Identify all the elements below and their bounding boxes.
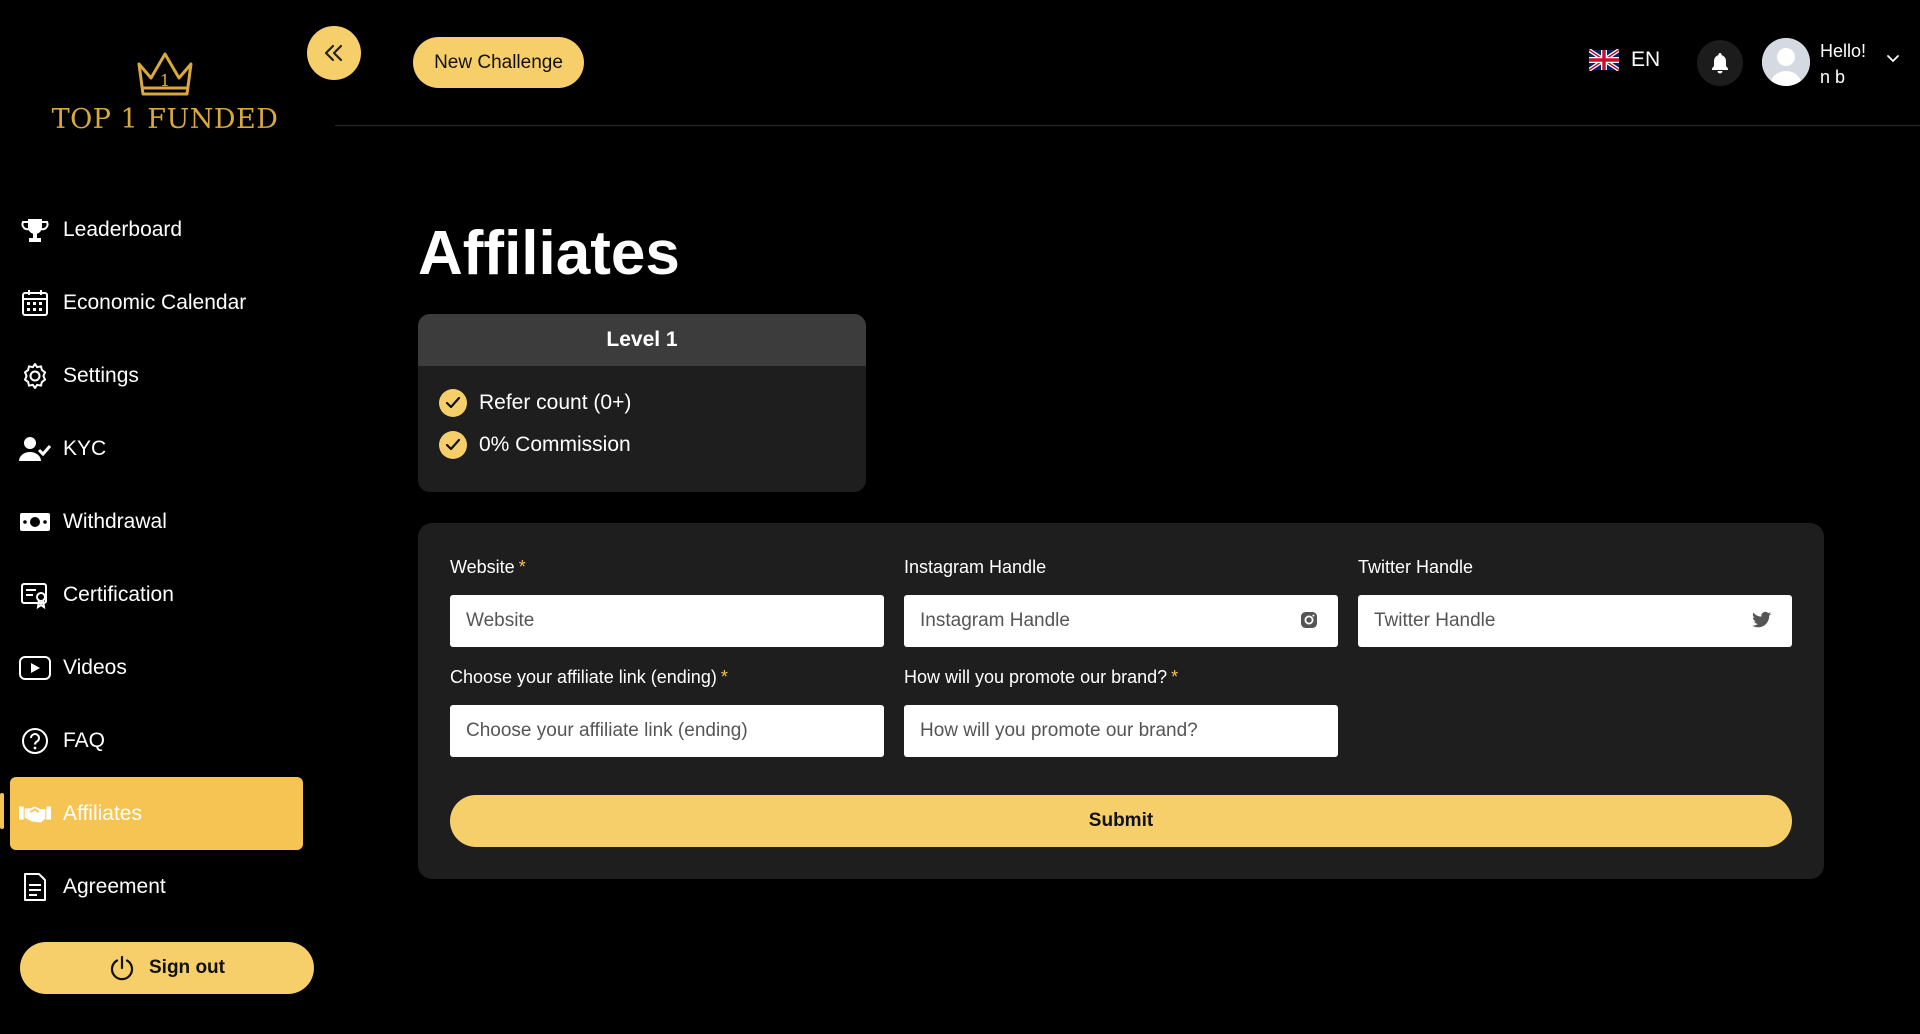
instagram-label: Instagram Handle bbox=[904, 557, 1047, 577]
sidebar-item-label: Agreement bbox=[63, 874, 166, 898]
level-feature-text: 0% Commission bbox=[479, 433, 631, 456]
chevron-down-icon[interactable] bbox=[1886, 54, 1900, 64]
notifications-button[interactable] bbox=[1697, 40, 1743, 86]
brand-logo[interactable]: 1 TOP 1 FUNDED bbox=[50, 48, 280, 148]
uk-flag-icon bbox=[1589, 49, 1619, 71]
document-icon bbox=[19, 871, 51, 903]
sidebar-item-videos[interactable]: Videos bbox=[10, 631, 303, 704]
sidebar-item-label: Leaderboard bbox=[63, 217, 183, 241]
sidebar-item-agreement[interactable]: Agreement bbox=[10, 850, 303, 923]
calendar-icon bbox=[19, 287, 51, 319]
website-field-group: Website * bbox=[450, 557, 884, 647]
trophy-icon bbox=[19, 214, 51, 246]
user-avatar-icon bbox=[1762, 38, 1810, 86]
sidebar-item-label: FAQ bbox=[63, 728, 106, 752]
bell-icon bbox=[1712, 53, 1728, 74]
user-info[interactable]: Hello! n b bbox=[1820, 38, 1866, 90]
sidebar-item-label: Economic Calendar bbox=[63, 290, 247, 314]
sidebar-item-affiliates[interactable]: Affiliates bbox=[10, 777, 303, 850]
user-greeting: Hello! bbox=[1820, 41, 1867, 61]
sidebar-item-settings[interactable]: Settings bbox=[10, 339, 303, 412]
sidebar-item-kyc[interactable]: KYC bbox=[10, 412, 303, 485]
sidebar-item-leaderboard[interactable]: Leaderboard bbox=[10, 193, 303, 266]
sidebar: 1 TOP 1 FUNDED Leaderboard Economic Cale… bbox=[0, 0, 330, 1034]
cash-icon bbox=[19, 506, 51, 538]
check-circle-icon bbox=[439, 389, 467, 417]
certificate-icon bbox=[19, 579, 51, 611]
power-icon bbox=[110, 955, 134, 981]
level-feature-text: Refer count (0+) bbox=[479, 391, 632, 414]
page-title: Affiliates bbox=[418, 219, 680, 288]
twitter-label: Twitter Handle bbox=[1358, 557, 1474, 577]
required-mark: * bbox=[1171, 667, 1179, 687]
affiliate-link-field-group: Choose your affiliate link (ending) * bbox=[450, 667, 884, 757]
user-name: n b bbox=[1820, 67, 1846, 87]
header-divider bbox=[335, 125, 1920, 126]
question-icon bbox=[19, 725, 51, 757]
affiliate-link-input[interactable] bbox=[450, 705, 884, 757]
website-label: Website * bbox=[450, 557, 526, 577]
level-feature: 0% Commission bbox=[418, 424, 866, 466]
instagram-icon bbox=[1301, 612, 1317, 628]
sidebar-nav: Leaderboard Economic Calendar Settings K… bbox=[10, 193, 303, 923]
handshake-icon bbox=[19, 798, 51, 830]
level-title: Level 1 bbox=[418, 314, 866, 366]
required-mark: * bbox=[518, 557, 526, 577]
twitter-icon bbox=[1752, 611, 1772, 628]
sign-out-label: Sign out bbox=[149, 957, 225, 978]
language-code: EN bbox=[1631, 48, 1661, 71]
user-check-icon bbox=[19, 433, 51, 465]
sign-out-button[interactable]: Sign out bbox=[20, 942, 314, 994]
check-circle-icon bbox=[439, 431, 467, 459]
sidebar-item-label: KYC bbox=[63, 436, 107, 460]
instagram-input[interactable] bbox=[904, 595, 1338, 647]
chevrons-left-icon bbox=[324, 44, 343, 62]
logo-text: TOP 1 FUNDED bbox=[51, 104, 279, 135]
video-play-icon bbox=[19, 652, 51, 684]
avatar[interactable] bbox=[1762, 38, 1810, 86]
level-card: Level 1 Refer count (0+) 0% Commission bbox=[418, 314, 866, 492]
crown-icon: 1 bbox=[137, 52, 193, 96]
sidebar-item-label: Videos bbox=[63, 655, 127, 679]
promote-input[interactable] bbox=[904, 705, 1338, 757]
svg-text:1: 1 bbox=[160, 71, 170, 90]
promote-field-group: How will you promote our brand? * bbox=[904, 667, 1338, 757]
gear-icon bbox=[19, 360, 51, 392]
sidebar-item-label: Withdrawal bbox=[63, 509, 167, 533]
sidebar-item-certification[interactable]: Certification bbox=[10, 558, 303, 631]
collapse-sidebar-button[interactable] bbox=[307, 26, 361, 80]
sidebar-item-label: Affiliates bbox=[63, 801, 142, 825]
submit-button[interactable]: Submit bbox=[450, 795, 1792, 847]
twitter-field-group: Twitter Handle bbox=[1358, 557, 1792, 647]
active-item-marker bbox=[0, 793, 4, 829]
new-challenge-button[interactable]: New Challenge bbox=[413, 37, 584, 88]
required-mark: * bbox=[720, 667, 728, 687]
promote-label: How will you promote our brand? * bbox=[904, 667, 1179, 687]
sidebar-item-economic-calendar[interactable]: Economic Calendar bbox=[10, 266, 303, 339]
twitter-input[interactable] bbox=[1358, 595, 1792, 647]
level-feature: Refer count (0+) bbox=[418, 382, 866, 424]
sidebar-item-label: Certification bbox=[63, 582, 174, 606]
website-input[interactable] bbox=[450, 595, 884, 647]
sidebar-item-faq[interactable]: FAQ bbox=[10, 704, 303, 777]
instagram-field-group: Instagram Handle bbox=[904, 557, 1338, 647]
sidebar-item-label: Settings bbox=[63, 363, 139, 387]
sidebar-item-withdrawal[interactable]: Withdrawal bbox=[10, 485, 303, 558]
affiliate-link-label: Choose your affiliate link (ending) * bbox=[450, 667, 728, 687]
language-selector[interactable]: EN bbox=[1589, 48, 1660, 72]
affiliate-form: Website* Instagram Handle Twitter Handle… bbox=[418, 523, 1824, 879]
